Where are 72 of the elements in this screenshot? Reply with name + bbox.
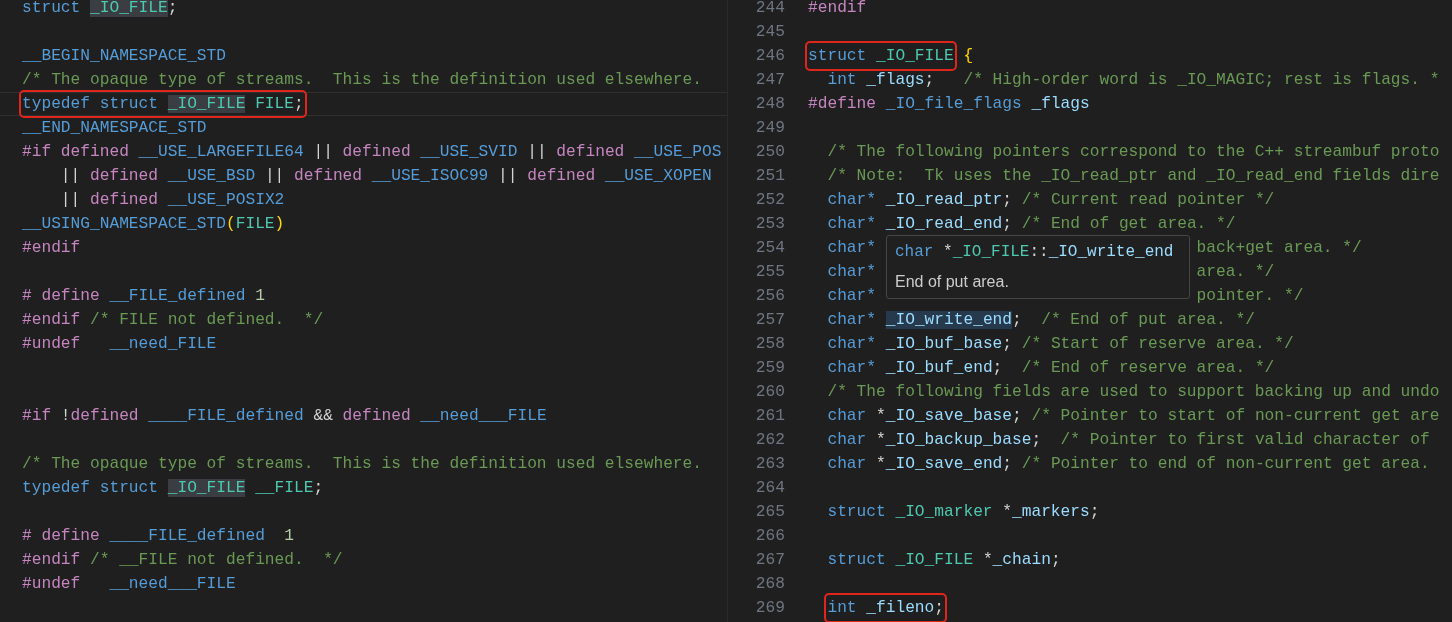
code-text: back+get area. */ [1196, 238, 1362, 259]
code-text: __BEGIN_NAMESPACE_STD [22, 46, 226, 67]
line-number: 255 [754, 262, 785, 283]
line-number: 249 [754, 118, 785, 139]
code-text: char *_IO_save_base; /* Pointer to start of non-current get are [827, 406, 1440, 427]
code-text: #undef __need_FILE [22, 334, 217, 355]
code-text: pointer. */ [1196, 286, 1304, 307]
code-text: struct _IO_FILE; [22, 0, 178, 19]
code-text: char* _IO_buf_end; /* End of reserve area. */ [827, 358, 1275, 379]
code-text: __USING_NAMESPACE_STD(FILE) [22, 214, 285, 235]
line-number: 259 [754, 358, 785, 379]
code-text: /* The following fields are used to support backing up and undo [827, 382, 1440, 403]
code-text: || defined __USE_POSIX2 [60, 190, 285, 211]
code-text: char* [827, 286, 876, 307]
line-number: 253 [754, 214, 785, 235]
code-text: /* The opaque type of streams. This is the definition used elsewhere. [22, 454, 702, 475]
code-text: #endif [808, 0, 867, 19]
line-number: 263 [754, 454, 785, 475]
code-text: #endif [22, 238, 81, 259]
line-number: 248 [754, 94, 785, 115]
line-number: 256 [754, 286, 785, 307]
code-text: __END_NAMESPACE_STD [22, 118, 207, 139]
code-text: #define _IO_file_flags _flags [808, 94, 1090, 115]
line-number: 260 [754, 382, 785, 403]
code-text: char *_IO_save_end; /* Pointer to end of non-current get area. [827, 454, 1430, 475]
code-text: struct _IO_FILE *_chain; [827, 550, 1061, 571]
line-number: 252 [754, 190, 785, 211]
line-number: 254 [754, 238, 785, 259]
code-text: typedef struct _IO_FILE __FILE; [22, 478, 324, 499]
code-text: /* The opaque type of streams. This is the definition used elsewhere. [22, 70, 702, 91]
line-number: 265 [754, 502, 785, 523]
code-text: int _flags; /* High-order word is _IO_MAGIC; rest is flags. * [827, 70, 1440, 91]
code-text: { [963, 46, 974, 67]
code-text: char* _IO_buf_base; /* Start of reserve area. */ [827, 334, 1294, 355]
code-text: #endif /* __FILE not defined. */ [22, 550, 343, 571]
code-text: || defined __USE_BSD || defined __USE_ISOC99 || defined __USE_XOPEN [60, 166, 712, 187]
line-number: 262 [754, 430, 785, 451]
code-text: /* The following pointers correspond to the C++ streambuf proto [827, 142, 1440, 163]
line-number: 250 [754, 142, 785, 163]
line-number: 257 [754, 310, 785, 331]
code-text: struct _IO_marker *_markers; [827, 502, 1100, 523]
code-text: char* _IO_read_end; /* End of get area. */ [827, 214, 1236, 235]
code-text: #undef __need___FILE [22, 574, 236, 595]
line-number: 267 [754, 550, 785, 571]
code-text: # define __FILE_defined 1 [22, 286, 265, 307]
annotation-box: int _fileno; [827, 596, 944, 620]
code-text: # define ____FILE_defined 1 [22, 526, 294, 547]
line-number: 261 [754, 406, 785, 427]
tooltip-text: End of put area. [895, 272, 1010, 292]
line-number: 246 [754, 46, 785, 67]
code-text: char* _IO_read_ptr; /* Current read pointer */ [827, 190, 1275, 211]
annotation-box: typedef struct _IO_FILE FILE; [22, 93, 304, 115]
annotation-box: struct _IO_FILE [808, 44, 954, 68]
code-text: #endif /* FILE not defined. */ [22, 310, 324, 331]
code-text: char* _IO_write_end; /* End of put area. */ [827, 310, 1255, 331]
code-text: char* [827, 238, 876, 259]
line-number: 269 [754, 598, 785, 619]
line-number: 251 [754, 166, 785, 187]
tooltip-signature: char *_IO_FILE::_IO_write_end [895, 242, 1175, 263]
code-text: /* Note: Tk uses the _IO_read_ptr and _IO_read_end fields dire [827, 166, 1440, 187]
line-number: 266 [754, 526, 785, 547]
line-number: 244 [754, 0, 785, 19]
code-text: #if defined __USE_LARGEFILE64 || defined __USE_SVID || defined __USE_POS [22, 142, 722, 163]
line-number: 258 [754, 334, 785, 355]
code-text: char* [827, 262, 876, 283]
code-text: area. */ [1196, 262, 1275, 283]
code-text: char *_IO_backup_base; /* Pointer to first valid character of [827, 430, 1430, 451]
line-number: 264 [754, 478, 785, 499]
line-number: 245 [754, 22, 785, 43]
line-number: 247 [754, 70, 785, 91]
code-text: #if !defined ____FILE_defined && defined __need___FILE [22, 406, 547, 427]
line-number: 268 [754, 574, 785, 595]
